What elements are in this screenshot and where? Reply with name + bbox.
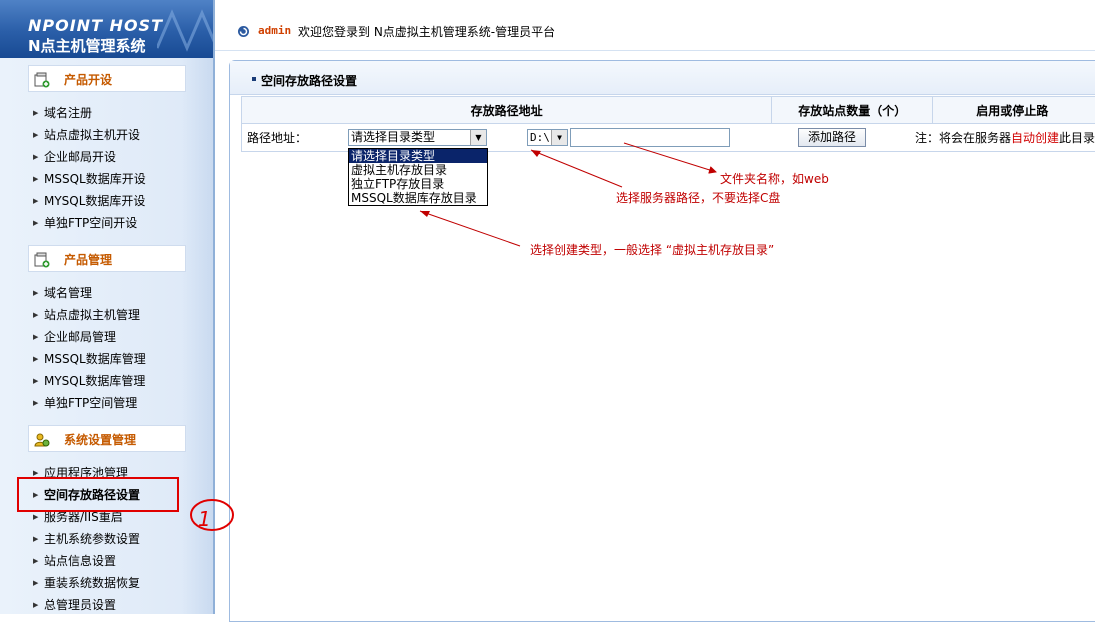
- arrow-type-head: [420, 211, 430, 217]
- arrow-type: [420, 211, 520, 246]
- arrow-folder: [624, 143, 716, 172]
- circle-mark-number: 1: [198, 507, 211, 531]
- arrow-drive: [531, 150, 622, 187]
- highlight-box: [18, 478, 178, 511]
- annotation-overlay: 1: [0, 0, 1095, 614]
